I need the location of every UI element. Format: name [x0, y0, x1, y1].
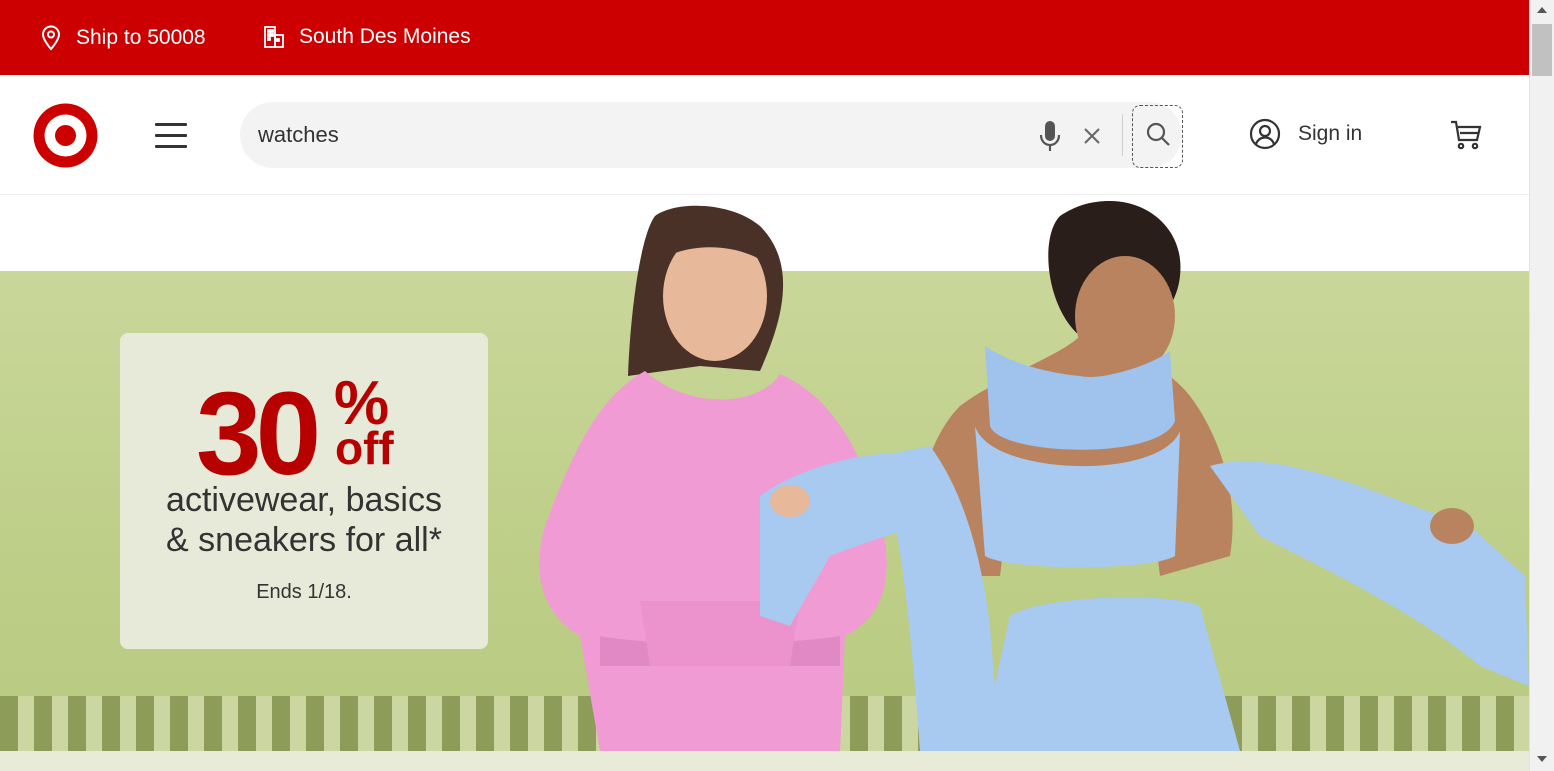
discount-number: 30 [196, 368, 321, 500]
search-icon [1145, 121, 1171, 152]
scroll-up-arrow-icon[interactable] [1537, 7, 1547, 13]
store-selector-button[interactable]: South Des Moines [263, 25, 471, 49]
target-logo[interactable] [33, 103, 98, 168]
discount-off: off [335, 422, 394, 474]
account-icon [1249, 118, 1281, 150]
ship-to-label: Ship to 50008 [76, 26, 206, 49]
top-utility-bar: Ship to 50008 South Des Moines [0, 0, 1529, 75]
promo-end-date: Ends 1/18. [256, 581, 352, 603]
search-submit-button[interactable] [1132, 105, 1183, 168]
cart-icon[interactable] [1450, 120, 1482, 150]
next-section-edge [0, 751, 1529, 771]
microphone-icon[interactable] [1038, 120, 1062, 152]
sign-in-label: Sign in [1298, 122, 1363, 145]
search-bar [240, 102, 1183, 168]
store-icon [263, 25, 285, 49]
ship-to-button[interactable]: Ship to 50008 [40, 25, 206, 51]
promo-card: 30 % off activewear, basics & sneakers f… [120, 333, 488, 649]
page-scrollbar[interactable] [1529, 0, 1554, 771]
close-icon[interactable] [1082, 126, 1102, 146]
promo-discount: 30 % off [120, 363, 488, 494]
scroll-down-arrow-icon[interactable] [1537, 756, 1547, 762]
location-pin-icon [40, 25, 62, 51]
site-header: Sign in [0, 75, 1529, 195]
store-name: South Des Moines [299, 25, 471, 48]
hamburger-menu-icon[interactable] [155, 123, 187, 148]
promo-line-2: & sneakers for all* [166, 521, 442, 559]
hero-banner[interactable]: 30 % off activewear, basics & sneakers f… [0, 196, 1529, 751]
search-divider [1122, 114, 1123, 156]
sign-in-button[interactable]: Sign in [1249, 118, 1362, 150]
search-input[interactable] [258, 116, 1018, 154]
scrollbar-thumb[interactable] [1532, 24, 1552, 76]
promo-line-1: activewear, basics [166, 481, 442, 519]
